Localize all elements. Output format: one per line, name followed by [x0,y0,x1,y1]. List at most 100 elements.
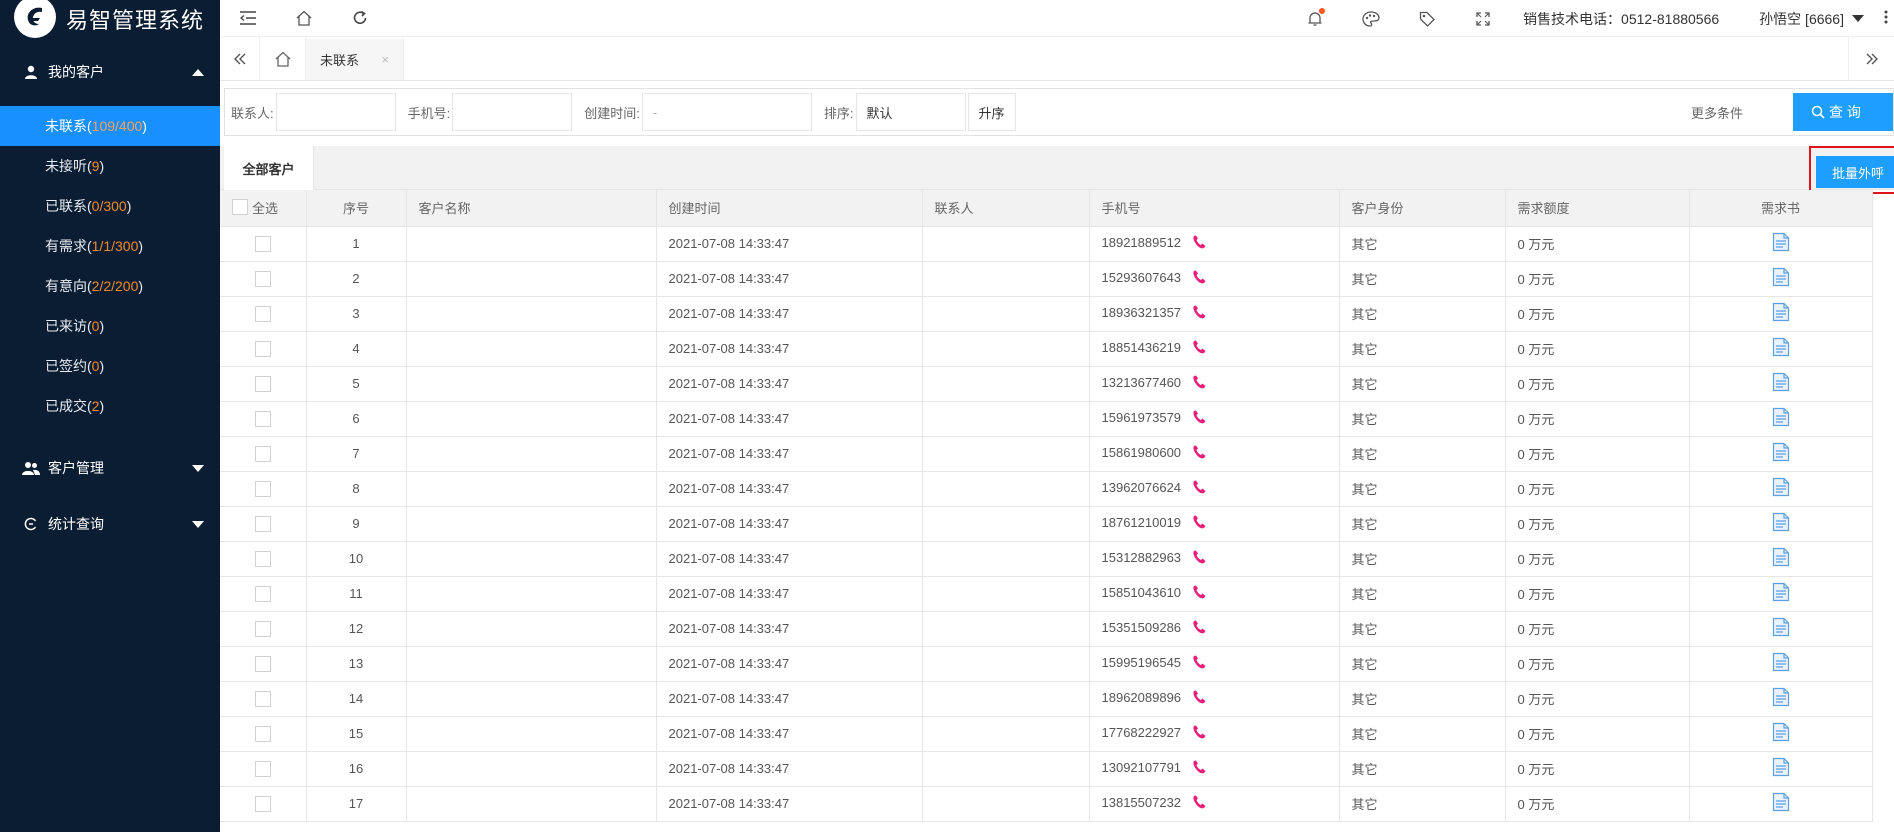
phone-call-icon[interactable] [1191,374,1207,393]
document-icon[interactable] [1772,757,1790,780]
tab-uncontacted[interactable]: 未联系 × [306,37,404,80]
table-row[interactable]: 13 2021-07-08 14:33:47 15995196545 其它 0 万元 [220,646,1873,682]
table-row[interactable]: 9 2021-07-08 14:33:47 18761210019 其它 0 万元 [220,506,1873,542]
sort-select[interactable]: 默认 [855,93,966,131]
phone-call-icon[interactable] [1191,234,1207,253]
table-row[interactable]: 11 2021-07-08 14:33:47 15851043610 其它 0 万元 [220,576,1873,612]
phone-call-icon[interactable] [1191,549,1207,568]
menu-group-my-customers[interactable]: 我的客户 [0,38,220,106]
table-row[interactable]: 5 2021-07-08 14:33:47 13213677460 其它 0 万元 [220,366,1873,402]
table-row[interactable]: 1 2021-07-08 14:33:47 18921889512 其它 0 万元 [220,226,1873,262]
document-icon[interactable] [1772,687,1790,710]
tab-scroll-left-icon[interactable] [220,37,260,80]
sidebar-item-unanswered[interactable]: 未接听(9) [0,146,220,186]
sidebar-item-uncontacted[interactable]: 未联系(109/400) [0,106,220,146]
table-row[interactable]: 10 2021-07-08 14:33:47 15312882963 其它 0 万元 [220,541,1873,577]
bell-icon[interactable] [1287,0,1343,37]
document-icon[interactable] [1772,582,1790,605]
row-checkbox[interactable] [254,235,271,252]
menu-group-statistics[interactable]: 统计查询 [0,496,220,552]
row-checkbox[interactable] [254,515,271,532]
table-row[interactable]: 8 2021-07-08 14:33:47 13962076624 其它 0 万元 [220,471,1873,507]
table-row[interactable]: 2 2021-07-08 14:33:47 15293607643 其它 0 万元 [220,261,1873,297]
table-row[interactable]: 14 2021-07-08 14:33:47 18962089896 其它 0 万元 [220,681,1873,717]
more-conditions-link[interactable]: 更多条件 [1691,103,1743,122]
phone-call-icon[interactable] [1191,444,1207,463]
document-icon[interactable] [1772,547,1790,570]
table-row[interactable]: 3 2021-07-08 14:33:47 18936321357 其它 0 万元 [220,296,1873,332]
phone-call-icon[interactable] [1191,619,1207,638]
tab-scroll-right-icon[interactable] [1848,37,1894,81]
row-checkbox[interactable] [254,445,271,462]
phone-call-icon[interactable] [1191,339,1207,358]
contact-input[interactable] [275,93,396,131]
menu-group-customer-management[interactable]: 客户管理 [0,440,220,496]
document-icon[interactable] [1772,302,1790,325]
document-icon[interactable] [1772,442,1790,465]
row-checkbox[interactable] [254,690,271,707]
phone-call-icon[interactable] [1191,409,1207,428]
table-row[interactable]: 6 2021-07-08 14:33:47 15961973579 其它 0 万元 [220,401,1873,437]
row-checkbox[interactable] [254,620,271,637]
row-checkbox[interactable] [254,585,271,602]
phone-call-icon[interactable] [1191,689,1207,708]
sidebar-item-signed[interactable]: 已签约(0) [0,346,220,386]
row-checkbox[interactable] [254,655,271,672]
phone-input[interactable] [452,93,573,131]
user-menu[interactable]: 孙悟空 [6666] [1759,9,1864,29]
row-checkbox[interactable] [254,550,271,567]
table-row[interactable]: 12 2021-07-08 14:33:47 15351509286 其它 0 万元 [220,611,1873,647]
document-icon[interactable] [1772,232,1790,255]
document-icon[interactable] [1772,337,1790,360]
row-checkbox[interactable] [254,375,271,392]
sidebar-item-has-demand[interactable]: 有需求(1/1/300) [0,226,220,266]
order-button[interactable]: 升序 [967,93,1016,131]
phone-call-icon[interactable] [1191,584,1207,603]
phone-call-icon[interactable] [1191,724,1207,743]
table-row[interactable]: 15 2021-07-08 14:33:47 17768222927 其它 0 万元 [220,716,1873,752]
phone-call-icon[interactable] [1191,794,1207,813]
row-checkbox[interactable] [254,270,271,287]
phone-call-icon[interactable] [1191,654,1207,673]
document-icon[interactable] [1772,407,1790,430]
document-icon[interactable] [1772,477,1790,500]
sidebar-item-closed[interactable]: 已成交(2) [0,386,220,426]
query-button[interactable]: 查 询 [1793,93,1893,131]
phone-call-icon[interactable] [1191,269,1207,288]
row-checkbox[interactable] [254,795,271,812]
table-row[interactable]: 4 2021-07-08 14:33:47 18851436219 其它 0 万元 [220,331,1873,367]
sidebar-item-intent[interactable]: 有意向(2/2/200) [0,266,220,306]
sidebar-item-contacted[interactable]: 已联系(0/300) [0,186,220,226]
home-icon[interactable] [276,0,332,37]
document-icon[interactable] [1772,652,1790,675]
row-checkbox[interactable] [254,410,271,427]
sidebar-item-visited[interactable]: 已来访(0) [0,306,220,346]
table-row[interactable]: 16 2021-07-08 14:33:47 13092107791 其它 0 万元 [220,751,1873,787]
created-date-input[interactable]: - [641,93,812,131]
table-row[interactable]: 17 2021-07-08 14:33:47 13815507232 其它 0 万元 [220,786,1873,822]
row-checkbox[interactable] [254,480,271,497]
tab-all-customers[interactable]: 全部客户 [224,146,314,190]
more-vertical-icon[interactable] [1884,10,1894,27]
document-icon[interactable] [1772,617,1790,640]
document-icon[interactable] [1772,267,1790,290]
row-checkbox[interactable] [254,725,271,742]
tab-home-icon[interactable] [260,37,306,80]
document-icon[interactable] [1772,792,1790,815]
tag-icon[interactable] [1399,0,1455,37]
fullscreen-icon[interactable] [1455,0,1511,37]
row-checkbox[interactable] [254,760,271,777]
row-checkbox[interactable] [254,340,271,357]
menu-fold-icon[interactable] [220,0,276,37]
refresh-icon[interactable] [332,0,388,37]
table-row[interactable]: 7 2021-07-08 14:33:47 15861980600 其它 0 万元 [220,436,1873,472]
phone-call-icon[interactable] [1191,514,1207,533]
phone-call-icon[interactable] [1191,479,1207,498]
close-icon[interactable]: × [381,52,389,67]
row-checkbox[interactable] [254,305,271,322]
select-all-checkbox[interactable] [232,199,248,215]
document-icon[interactable] [1772,512,1790,535]
document-icon[interactable] [1772,722,1790,745]
document-icon[interactable] [1772,372,1790,395]
batch-call-button[interactable]: 批量外呼 [1816,156,1894,188]
